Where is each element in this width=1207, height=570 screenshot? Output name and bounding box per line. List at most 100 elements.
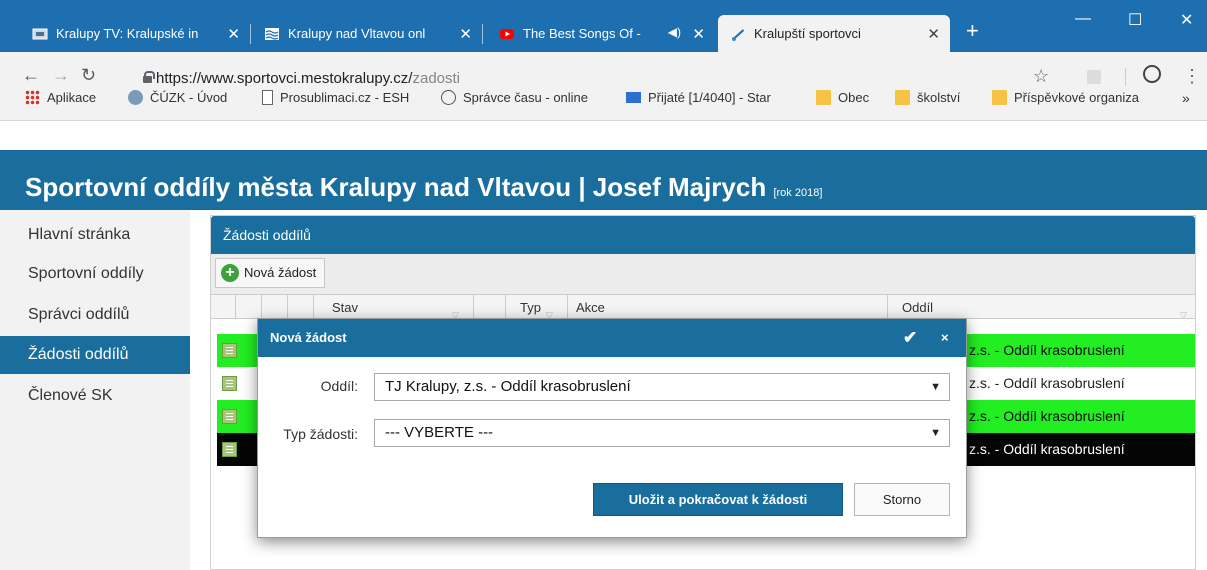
skate-icon [732,28,744,41]
sidebar-item-zadosti-oddilu[interactable]: Žádosti oddílů [0,336,190,374]
tab-title: The Best Songs Of - [523,26,641,41]
column-label: Oddíl [902,300,934,315]
bookmark-cuzk[interactable]: ČÚZK - Úvod [128,90,227,105]
oddil-label: Oddíl: [320,378,358,394]
tv-icon [32,28,48,39]
bookmarks-bar: Aplikace ČÚZK - Úvod Prosublimaci.cz - E… [0,78,1207,116]
column-label: Stav [332,300,359,315]
new-request-label: Nová žádost [244,265,317,280]
folder-icon [895,90,910,105]
sidebar: Hlavní stránka Sportovní oddíly Správci … [0,210,190,570]
document-icon[interactable] [222,376,237,391]
column-header-blank [235,295,257,319]
add-icon: + [221,264,239,282]
panel-toolbar: + Nová žádost [211,254,1195,294]
bookmark-folder-obec[interactable]: Obec [816,90,869,105]
tab-close-icon[interactable]: ✕ [227,25,240,43]
city-flag-icon [265,27,279,40]
bookmark-apps[interactable]: Aplikace [25,90,96,105]
new-request-button[interactable]: + Nová žádost [215,258,326,288]
chevron-down-icon: ▼ [930,381,941,393]
folder-icon [992,90,1007,105]
bookmark-prosublimaci[interactable]: Prosublimaci.cz - ESH [262,90,409,105]
tab-close-icon[interactable]: ✕ [459,25,472,43]
new-request-dialog: Nová žádost ✔ × Oddíl: TJ Kralupy, z.s. … [257,318,967,538]
mail-icon [626,92,641,103]
tab-title: Kralupy nad Vltavou onl [288,26,426,41]
bookmark-label: Obec [838,90,870,105]
app-title-text: Sportovní oddíly města Kralupy nad Vltav… [25,172,767,202]
sidebar-item-hlavni-stranka[interactable]: Hlavní stránka [0,216,190,254]
bookmark-label: ČÚZK - Úvod [150,90,228,105]
dialog-header: Nová žádost ✔ × [258,319,966,357]
sidebar-item-clenove-sk[interactable]: Členové SK [0,377,190,415]
apps-grid-icon [25,90,40,105]
tab-title: Kralupští sportovci [754,26,861,41]
oddil-select[interactable]: TJ Kralupy, z.s. - Oddíl krasobruslení ▼ [374,373,950,401]
sidebar-item-spravci-oddilu[interactable]: Správci oddílů [0,296,190,334]
column-header-typ[interactable]: Typ ▽ [505,295,555,320]
minimize-button[interactable]: — [1075,10,1091,28]
bookmark-spravce-casu[interactable]: Správce času - online [441,90,588,105]
tab-close-icon[interactable]: ✕ [927,25,940,43]
tab-close-icon[interactable]: ✕ [692,25,705,43]
column-header-oddil[interactable]: Oddíl ▽ [887,295,1193,320]
column-header-blank [473,295,505,319]
bookmark-label: Příspěvkové organiza [1014,90,1140,105]
cell-oddil: z.s. - Oddíl krasobruslení [969,342,1125,358]
more-bookmarks-button[interactable]: » [1182,90,1190,106]
browser-tab-bar: Kralupy TV: Kralupské in ✕ Kralupy nad V… [0,0,1207,52]
column-header-stav[interactable]: Stav ▽ [313,295,473,320]
tab-youtube[interactable]: The Best Songs Of - ◀) ✕ [487,15,715,52]
column-header-blank [287,295,309,319]
cell-oddil: z.s. - Oddíl krasobruslení [969,375,1125,391]
close-window-button[interactable]: ✕ [1180,10,1193,30]
browser-toolbar: ← → ↻ https://www.sportovci.mestokralupy… [0,52,1207,121]
bookmark-folder-prispevkove[interactable]: Příspěvkové organiza [992,90,1139,105]
confirm-check-icon[interactable]: ✔ [903,319,917,357]
tab-title: Kralupy TV: Kralupské in [56,26,199,41]
bookmark-folder-skolstvi[interactable]: školství [895,90,960,105]
bookmark-label: Prosublimaci.cz - ESH [280,90,410,105]
column-label: Akce [576,300,605,315]
column-label: Typ [520,300,541,315]
document-icon[interactable] [222,442,237,457]
save-continue-button[interactable]: Uložit a pokračovat k žádosti [593,483,843,516]
cell-oddil: z.s. - Oddíl krasobruslení [969,408,1125,424]
column-header-blank [261,295,283,319]
grid-header: Stav ▽ Typ ▽ Akce Oddíl ▽ [211,294,1195,320]
tab-kralupsti-sportovci[interactable]: Kralupští sportovci ✕ [718,15,950,52]
bookmark-label: Správce času - online [463,90,589,105]
document-icon[interactable] [222,343,237,358]
filter-icon[interactable]: ▽ [1180,302,1187,328]
document-icon[interactable] [222,409,237,424]
tab-separator [250,24,251,44]
column-header-akce[interactable]: Akce [567,295,887,319]
maximize-button[interactable]: ☐ [1128,10,1142,30]
app-header: Sportovní oddíly města Kralupy nad Vltav… [0,150,1207,210]
page-title: Sportovní oddíly města Kralupy nad Vltav… [25,172,822,203]
page-icon [262,90,273,105]
dialog-title: Nová žádost [270,330,347,345]
audio-playing-icon[interactable]: ◀) [668,25,681,39]
close-icon[interactable]: × [941,319,949,357]
clock-icon [441,90,456,105]
bookmark-label: Přijaté [1/4040] - Star [648,90,771,105]
tab-kralupy-online[interactable]: Kralupy nad Vltavou onl ✕ [252,15,483,52]
tab-kralupy-tv[interactable]: Kralupy TV: Kralupské in ✕ [20,15,251,52]
typ-zadosti-label: Typ žádosti: [283,426,358,442]
chevron-down-icon: ▼ [930,427,941,439]
panel-title: Žádosti oddílů [211,216,1195,254]
bookmark-prijate[interactable]: Přijaté [1/4040] - Star [626,90,771,105]
new-tab-button[interactable]: + [966,20,979,42]
bookmark-label: školství [917,90,961,105]
cell-oddil: z.s. - Oddíl krasobruslení [969,441,1125,457]
typ-zadosti-select[interactable]: --- VYBERTE --- ▼ [374,419,950,447]
cancel-button[interactable]: Storno [854,483,950,516]
sidebar-item-sportovni-oddily[interactable]: Sportovní oddíly [0,255,190,293]
typ-selected-value: --- VYBERTE --- [385,424,494,441]
youtube-icon [500,28,514,39]
tab-separator [482,24,483,44]
year-label: [rok 2018] [773,187,823,199]
bookmark-label: Aplikace [47,90,97,105]
